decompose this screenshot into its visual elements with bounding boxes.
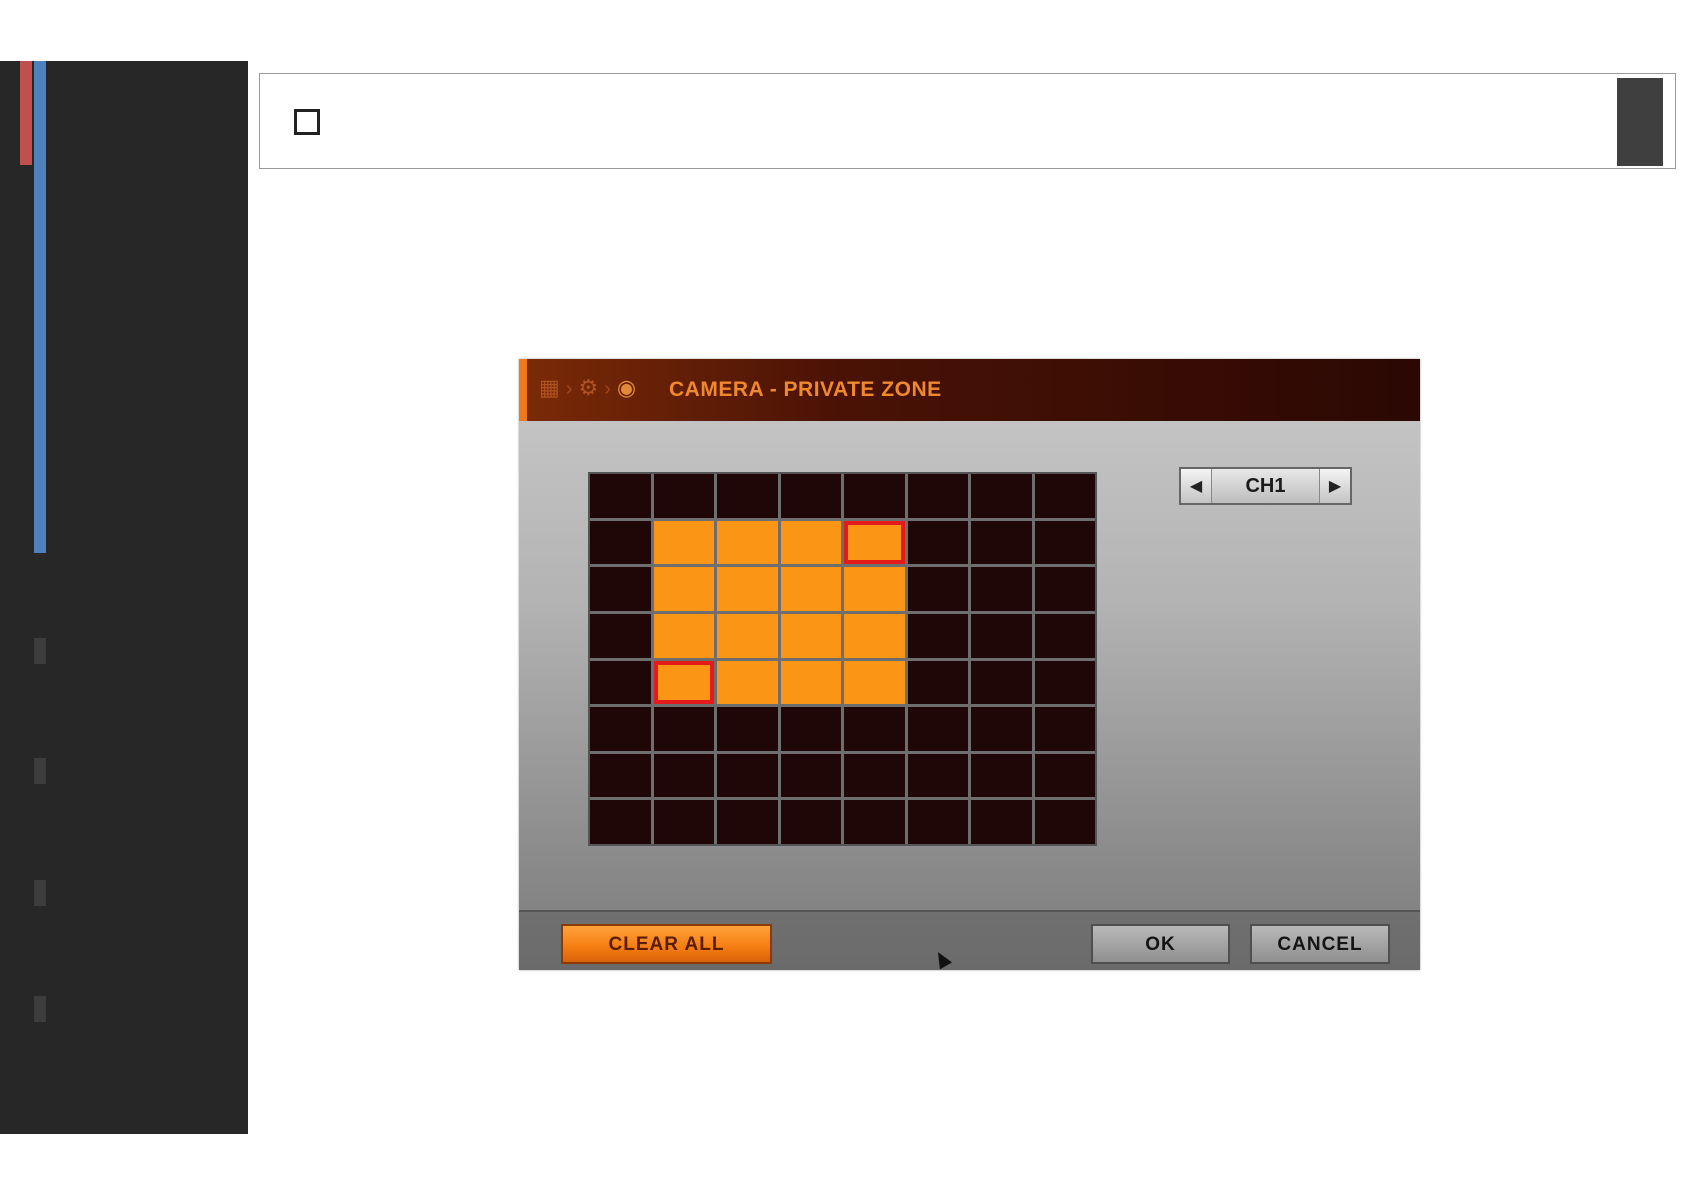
zone-cell[interactable] xyxy=(971,567,1032,611)
zone-cell[interactable] xyxy=(1034,520,1095,565)
zone-cell[interactable] xyxy=(780,660,841,705)
zone-cell[interactable] xyxy=(844,707,905,751)
ok-button[interactable]: OK xyxy=(1091,924,1230,964)
zone-cell[interactable] xyxy=(780,800,841,844)
zone-cell[interactable] xyxy=(780,474,841,518)
zone-cell[interactable] xyxy=(717,753,778,798)
channel-prev-button[interactable]: ◀ xyxy=(1181,469,1212,503)
camera-icon: ◉ xyxy=(616,376,637,401)
zone-cell[interactable] xyxy=(1034,660,1095,705)
zone-cell[interactable] xyxy=(717,567,778,611)
top-bar-block xyxy=(1617,78,1663,166)
sidebar-marker xyxy=(34,996,46,1022)
zone-cell[interactable] xyxy=(1034,800,1095,844)
zone-cell[interactable] xyxy=(971,660,1032,705)
zone-cell[interactable] xyxy=(590,800,651,844)
chevron-right-icon: › xyxy=(604,378,611,400)
zone-cell[interactable] xyxy=(1034,474,1095,518)
sidebar-marker xyxy=(34,880,46,906)
zone-cell[interactable] xyxy=(1034,707,1095,751)
zone-cell[interactable] xyxy=(844,567,905,611)
zone-cell[interactable] xyxy=(653,800,714,844)
zone-cell[interactable] xyxy=(653,474,714,518)
channel-next-button[interactable]: ▶ xyxy=(1319,469,1350,503)
zone-cell[interactable] xyxy=(907,613,968,658)
zone-cell[interactable] xyxy=(717,520,778,565)
channel-value: CH1 xyxy=(1245,474,1286,497)
cancel-button[interactable]: CANCEL xyxy=(1250,924,1390,964)
dialog-header: ▦ › ⚙ › ◉ CAMERA - PRIVATE ZONE xyxy=(519,359,1420,421)
zone-cell[interactable] xyxy=(780,520,841,565)
sidebar-marker xyxy=(34,758,46,784)
zone-cell[interactable] xyxy=(971,753,1032,798)
zone-cell[interactable] xyxy=(590,567,651,611)
sidebar-marker xyxy=(34,638,46,664)
grid-icon[interactable]: ▦ xyxy=(539,374,560,404)
zone-cell[interactable] xyxy=(590,613,651,658)
zone-cell[interactable] xyxy=(780,567,841,611)
sidebar-blue-bar xyxy=(34,61,46,553)
private-zone-grid[interactable] xyxy=(588,472,1097,846)
dialog-title: CAMERA - PRIVATE ZONE xyxy=(669,378,942,401)
zone-cell[interactable] xyxy=(780,753,841,798)
zone-cell[interactable] xyxy=(844,520,905,565)
sidebar-red-bar xyxy=(20,61,32,165)
arrow-right-icon: ▶ xyxy=(1328,478,1342,495)
zone-cell[interactable] xyxy=(653,707,714,751)
zone-cell[interactable] xyxy=(1034,567,1095,611)
zone-cell[interactable] xyxy=(971,707,1032,751)
zone-cell[interactable] xyxy=(907,474,968,518)
zone-cell[interactable] xyxy=(780,613,841,658)
zone-cell[interactable] xyxy=(971,520,1032,565)
zone-cell[interactable] xyxy=(971,474,1032,518)
zone-cell[interactable] xyxy=(717,613,778,658)
dialog-footer: CLEAR ALL OK CANCEL xyxy=(519,910,1420,970)
zone-cell[interactable] xyxy=(780,707,841,751)
zone-cell[interactable] xyxy=(717,707,778,751)
zone-cell[interactable] xyxy=(590,753,651,798)
zone-cell[interactable] xyxy=(907,660,968,705)
zone-cell[interactable] xyxy=(1034,753,1095,798)
channel-selector: ◀ CH1 ▶ xyxy=(1179,467,1352,505)
left-sidebar xyxy=(0,61,248,1134)
arrow-left-icon: ◀ xyxy=(1189,478,1203,495)
zone-cell[interactable] xyxy=(971,800,1032,844)
clear-all-button[interactable]: CLEAR ALL xyxy=(561,924,772,964)
zone-cell[interactable] xyxy=(653,567,714,611)
zone-cell[interactable] xyxy=(907,753,968,798)
zone-cell[interactable] xyxy=(844,800,905,844)
checkbox[interactable] xyxy=(294,109,320,135)
zone-cell[interactable] xyxy=(590,660,651,705)
zone-cell[interactable] xyxy=(653,753,714,798)
zone-cell[interactable] xyxy=(907,707,968,751)
zone-cell[interactable] xyxy=(590,474,651,518)
zone-cell[interactable] xyxy=(653,520,714,565)
zone-cell[interactable] xyxy=(1034,613,1095,658)
zone-cell[interactable] xyxy=(717,800,778,844)
zone-cell[interactable] xyxy=(717,660,778,705)
zone-cell[interactable] xyxy=(844,660,905,705)
zone-cell[interactable] xyxy=(653,613,714,658)
zone-cell[interactable] xyxy=(844,613,905,658)
zone-cell[interactable] xyxy=(590,520,651,565)
top-bar xyxy=(259,73,1676,169)
breadcrumb: ▦ › ⚙ › ◉ xyxy=(539,374,636,404)
zone-cell[interactable] xyxy=(971,613,1032,658)
private-zone-dialog: ▦ › ⚙ › ◉ CAMERA - PRIVATE ZONE ◀ CH1 ▶ … xyxy=(519,359,1420,970)
gear-icon[interactable]: ⚙ xyxy=(578,374,598,404)
zone-cell[interactable] xyxy=(907,800,968,844)
zone-cell[interactable] xyxy=(590,707,651,751)
zone-cell[interactable] xyxy=(717,474,778,518)
chevron-right-icon: › xyxy=(565,378,573,400)
zone-cell[interactable] xyxy=(844,753,905,798)
zone-cell[interactable] xyxy=(844,474,905,518)
zone-cell[interactable] xyxy=(907,567,968,611)
zone-cell[interactable] xyxy=(907,520,968,565)
zone-cell[interactable] xyxy=(653,660,714,705)
